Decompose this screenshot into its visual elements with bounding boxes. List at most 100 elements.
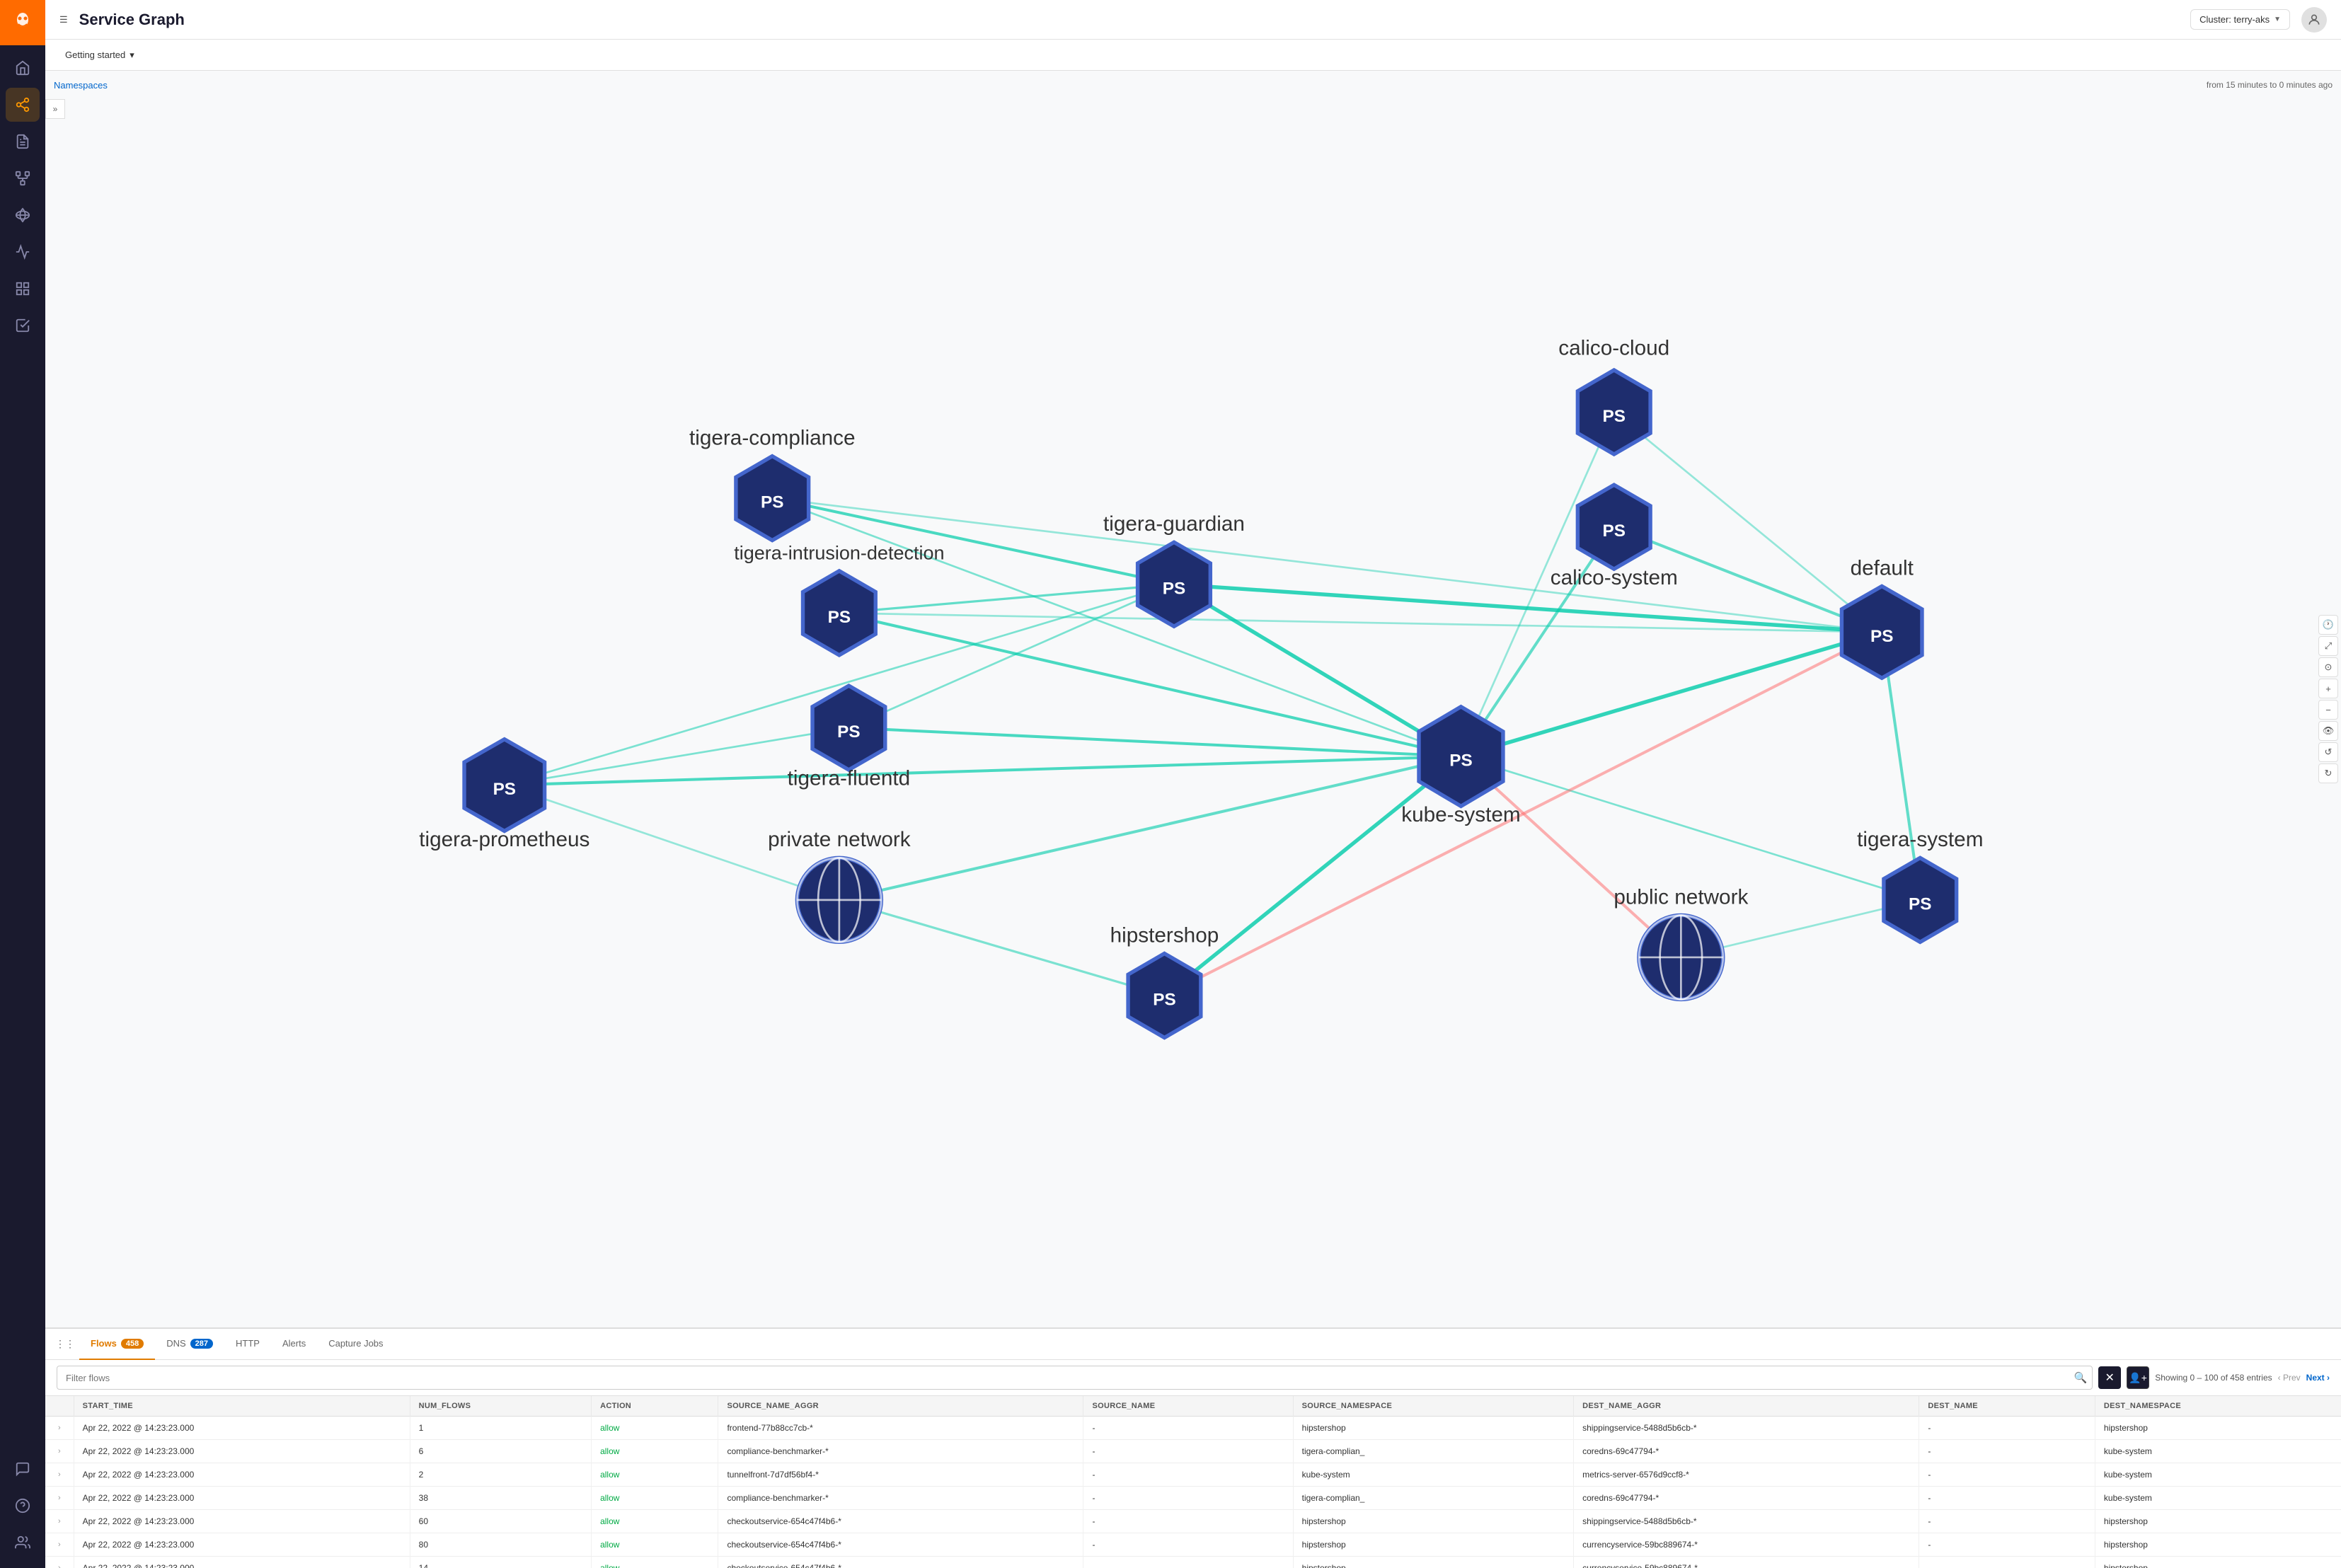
sidebar-item-service-graph[interactable]: [6, 88, 40, 122]
sidebar-item-network[interactable]: [6, 161, 40, 195]
topbar: ☰ Service Graph Cluster: terry-aks ▼: [45, 0, 2341, 40]
expand-row-button[interactable]: ›: [54, 1492, 65, 1504]
cell-dest-namespace: kube-system: [2095, 1487, 2341, 1510]
undo-button[interactable]: ↺: [2318, 742, 2338, 762]
svg-text:calico-system: calico-system: [1551, 566, 1678, 589]
svg-text:calico-cloud: calico-cloud: [1558, 336, 1669, 359]
cell-action: allow: [592, 1487, 718, 1510]
svg-text:tigera-guardian: tigera-guardian: [1103, 512, 1245, 536]
expand-row-button[interactable]: ›: [54, 1422, 65, 1434]
filter-options-button[interactable]: 👤+: [2127, 1366, 2149, 1389]
fullscreen-button[interactable]: ⤢: [2318, 636, 2338, 656]
sidebar-nav: [0, 45, 45, 1452]
cell-dest-name-aggr: metrics-server-6576d9ccf8-*: [1574, 1463, 1919, 1487]
refresh-button[interactable]: ↻: [2318, 763, 2338, 783]
reset-button[interactable]: ⊙: [2318, 657, 2338, 677]
cell-action: allow: [592, 1463, 718, 1487]
table-row: › Apr 22, 2022 @ 14:23:23.000 1 allow fr…: [45, 1417, 2341, 1440]
service-graph-svg[interactable]: PS calico-cloud PS calico-system PS tige…: [45, 71, 2341, 1327]
filter-bar: 🔍 ✕ 👤+ Showing 0 – 100 of 458 entries ‹ …: [45, 1360, 2341, 1396]
flows-table-wrap: START_TIME NUM_FLOWS ACTION SOURCE_NAME_…: [45, 1396, 2341, 1568]
filter-clear-button[interactable]: ✕: [2098, 1366, 2121, 1389]
cell-source-namespace: tigera-complian_: [1293, 1487, 1573, 1510]
sidebar-item-home[interactable]: [6, 51, 40, 85]
cell-dest-name: -: [1919, 1557, 2095, 1568]
zoom-in-button[interactable]: +: [2318, 679, 2338, 698]
svg-text:public network: public network: [1614, 885, 1748, 909]
col-source-name: SOURCE_NAME: [1083, 1396, 1293, 1417]
view-button[interactable]: 👁: [2318, 721, 2338, 741]
user-avatar[interactable]: [2301, 7, 2327, 33]
cell-action: allow: [592, 1440, 718, 1463]
tab-http[interactable]: HTTP: [224, 1329, 271, 1360]
expand-row-button[interactable]: ›: [54, 1562, 65, 1568]
tab-http-label: HTTP: [236, 1338, 260, 1349]
cell-dest-namespace: kube-system: [2095, 1440, 2341, 1463]
node-default[interactable]: PS default: [1841, 556, 1922, 678]
svg-text:kube-system: kube-system: [1401, 803, 1520, 826]
expand-row-button[interactable]: ›: [54, 1469, 65, 1480]
app-logo[interactable]: [0, 0, 45, 45]
cluster-selector[interactable]: Cluster: terry-aks ▼: [2190, 9, 2290, 30]
svg-text:private network: private network: [768, 828, 911, 851]
col-source-name-aggr: SOURCE_NAME_AGGR: [718, 1396, 1083, 1417]
cell-num-flows: 14: [410, 1557, 591, 1568]
cell-dest-name-aggr: coredns-69c47794-*: [1574, 1440, 1919, 1463]
cell-source-name-aggr: checkoutservice-654c47f4b6-*: [718, 1533, 1083, 1557]
sidebar-item-alerts[interactable]: [6, 272, 40, 306]
tab-dns[interactable]: DNS 287: [155, 1329, 224, 1360]
cell-source-namespace: hipstershop: [1293, 1417, 1573, 1440]
table-row: › Apr 22, 2022 @ 14:23:23.000 2 allow tu…: [45, 1463, 2341, 1487]
tab-alerts[interactable]: Alerts: [271, 1329, 317, 1360]
tab-flows[interactable]: Flows 458: [79, 1329, 155, 1360]
showing-text: Showing 0 – 100 of 458 entries: [2155, 1373, 2272, 1383]
search-button[interactable]: 🔍: [2074, 1371, 2088, 1384]
sidebar-item-compliance[interactable]: [6, 309, 40, 342]
sidebar-item-chat[interactable]: [6, 1452, 40, 1486]
cell-dest-name: -: [1919, 1533, 2095, 1557]
sidebar-item-activity[interactable]: [6, 235, 40, 269]
next-button[interactable]: Next ›: [2306, 1373, 2330, 1383]
menu-icon[interactable]: ☰: [59, 14, 68, 25]
getting-started-chevron: ▾: [130, 50, 134, 61]
getting-started-button[interactable]: Getting started ▾: [59, 47, 140, 64]
cell-start-time: Apr 22, 2022 @ 14:23:23.000: [74, 1440, 410, 1463]
cell-dest-namespace: hipstershop: [2095, 1510, 2341, 1533]
sidebar: [0, 0, 45, 1568]
cell-num-flows: 60: [410, 1510, 591, 1533]
breadcrumb[interactable]: Namespaces: [54, 80, 108, 91]
col-dest-namespace: DEST_NAMESPACE: [2095, 1396, 2341, 1417]
tab-capture-jobs[interactable]: Capture Jobs: [317, 1329, 394, 1360]
expand-row-button[interactable]: ›: [54, 1516, 65, 1527]
filter-input[interactable]: [57, 1366, 2093, 1390]
sidebar-item-policies[interactable]: [6, 125, 40, 158]
prev-button[interactable]: ‹ Prev: [2278, 1373, 2301, 1383]
cell-dest-name: -: [1919, 1487, 2095, 1510]
bottom-tabs: ⋮⋮ Flows 458 DNS 287 HTTP Alerts Capture…: [45, 1329, 2341, 1360]
cell-action: allow: [592, 1510, 718, 1533]
sidebar-item-help[interactable]: [6, 1489, 40, 1523]
svg-text:PS: PS: [761, 493, 783, 512]
table-row: › Apr 22, 2022 @ 14:23:23.000 60 allow c…: [45, 1510, 2341, 1533]
sidebar-item-endpoints[interactable]: [6, 198, 40, 232]
svg-text:tigera-intrusion-detection: tigera-intrusion-detection: [734, 543, 944, 564]
cell-source-name: -: [1083, 1417, 1293, 1440]
time-button[interactable]: 🕐: [2318, 615, 2338, 635]
expand-row-button[interactable]: ›: [54, 1446, 65, 1457]
zoom-out-button[interactable]: −: [2318, 700, 2338, 720]
expand-row-button[interactable]: ›: [54, 1539, 65, 1550]
expand-panel-button[interactable]: »: [45, 99, 65, 119]
col-num-flows: NUM_FLOWS: [410, 1396, 591, 1417]
svg-text:PS: PS: [1909, 894, 1931, 913]
right-toolbar: 🕐 ⤢ ⊙ + − 👁 ↺ ↻: [2316, 612, 2341, 786]
cell-source-name: -: [1083, 1510, 1293, 1533]
svg-text:tigera-compliance: tigera-compliance: [689, 426, 856, 449]
bottom-panel: ⋮⋮ Flows 458 DNS 287 HTTP Alerts Capture…: [45, 1327, 2341, 1568]
sidebar-item-users[interactable]: [6, 1526, 40, 1560]
collapse-button[interactable]: ⋮⋮: [57, 1336, 74, 1353]
cell-num-flows: 38: [410, 1487, 591, 1510]
svg-text:tigera-system: tigera-system: [1857, 828, 1983, 851]
cell-dest-name-aggr: currencyservice-59bc889674-*: [1574, 1557, 1919, 1568]
svg-text:PS: PS: [1449, 751, 1472, 771]
svg-text:PS: PS: [1163, 579, 1185, 598]
